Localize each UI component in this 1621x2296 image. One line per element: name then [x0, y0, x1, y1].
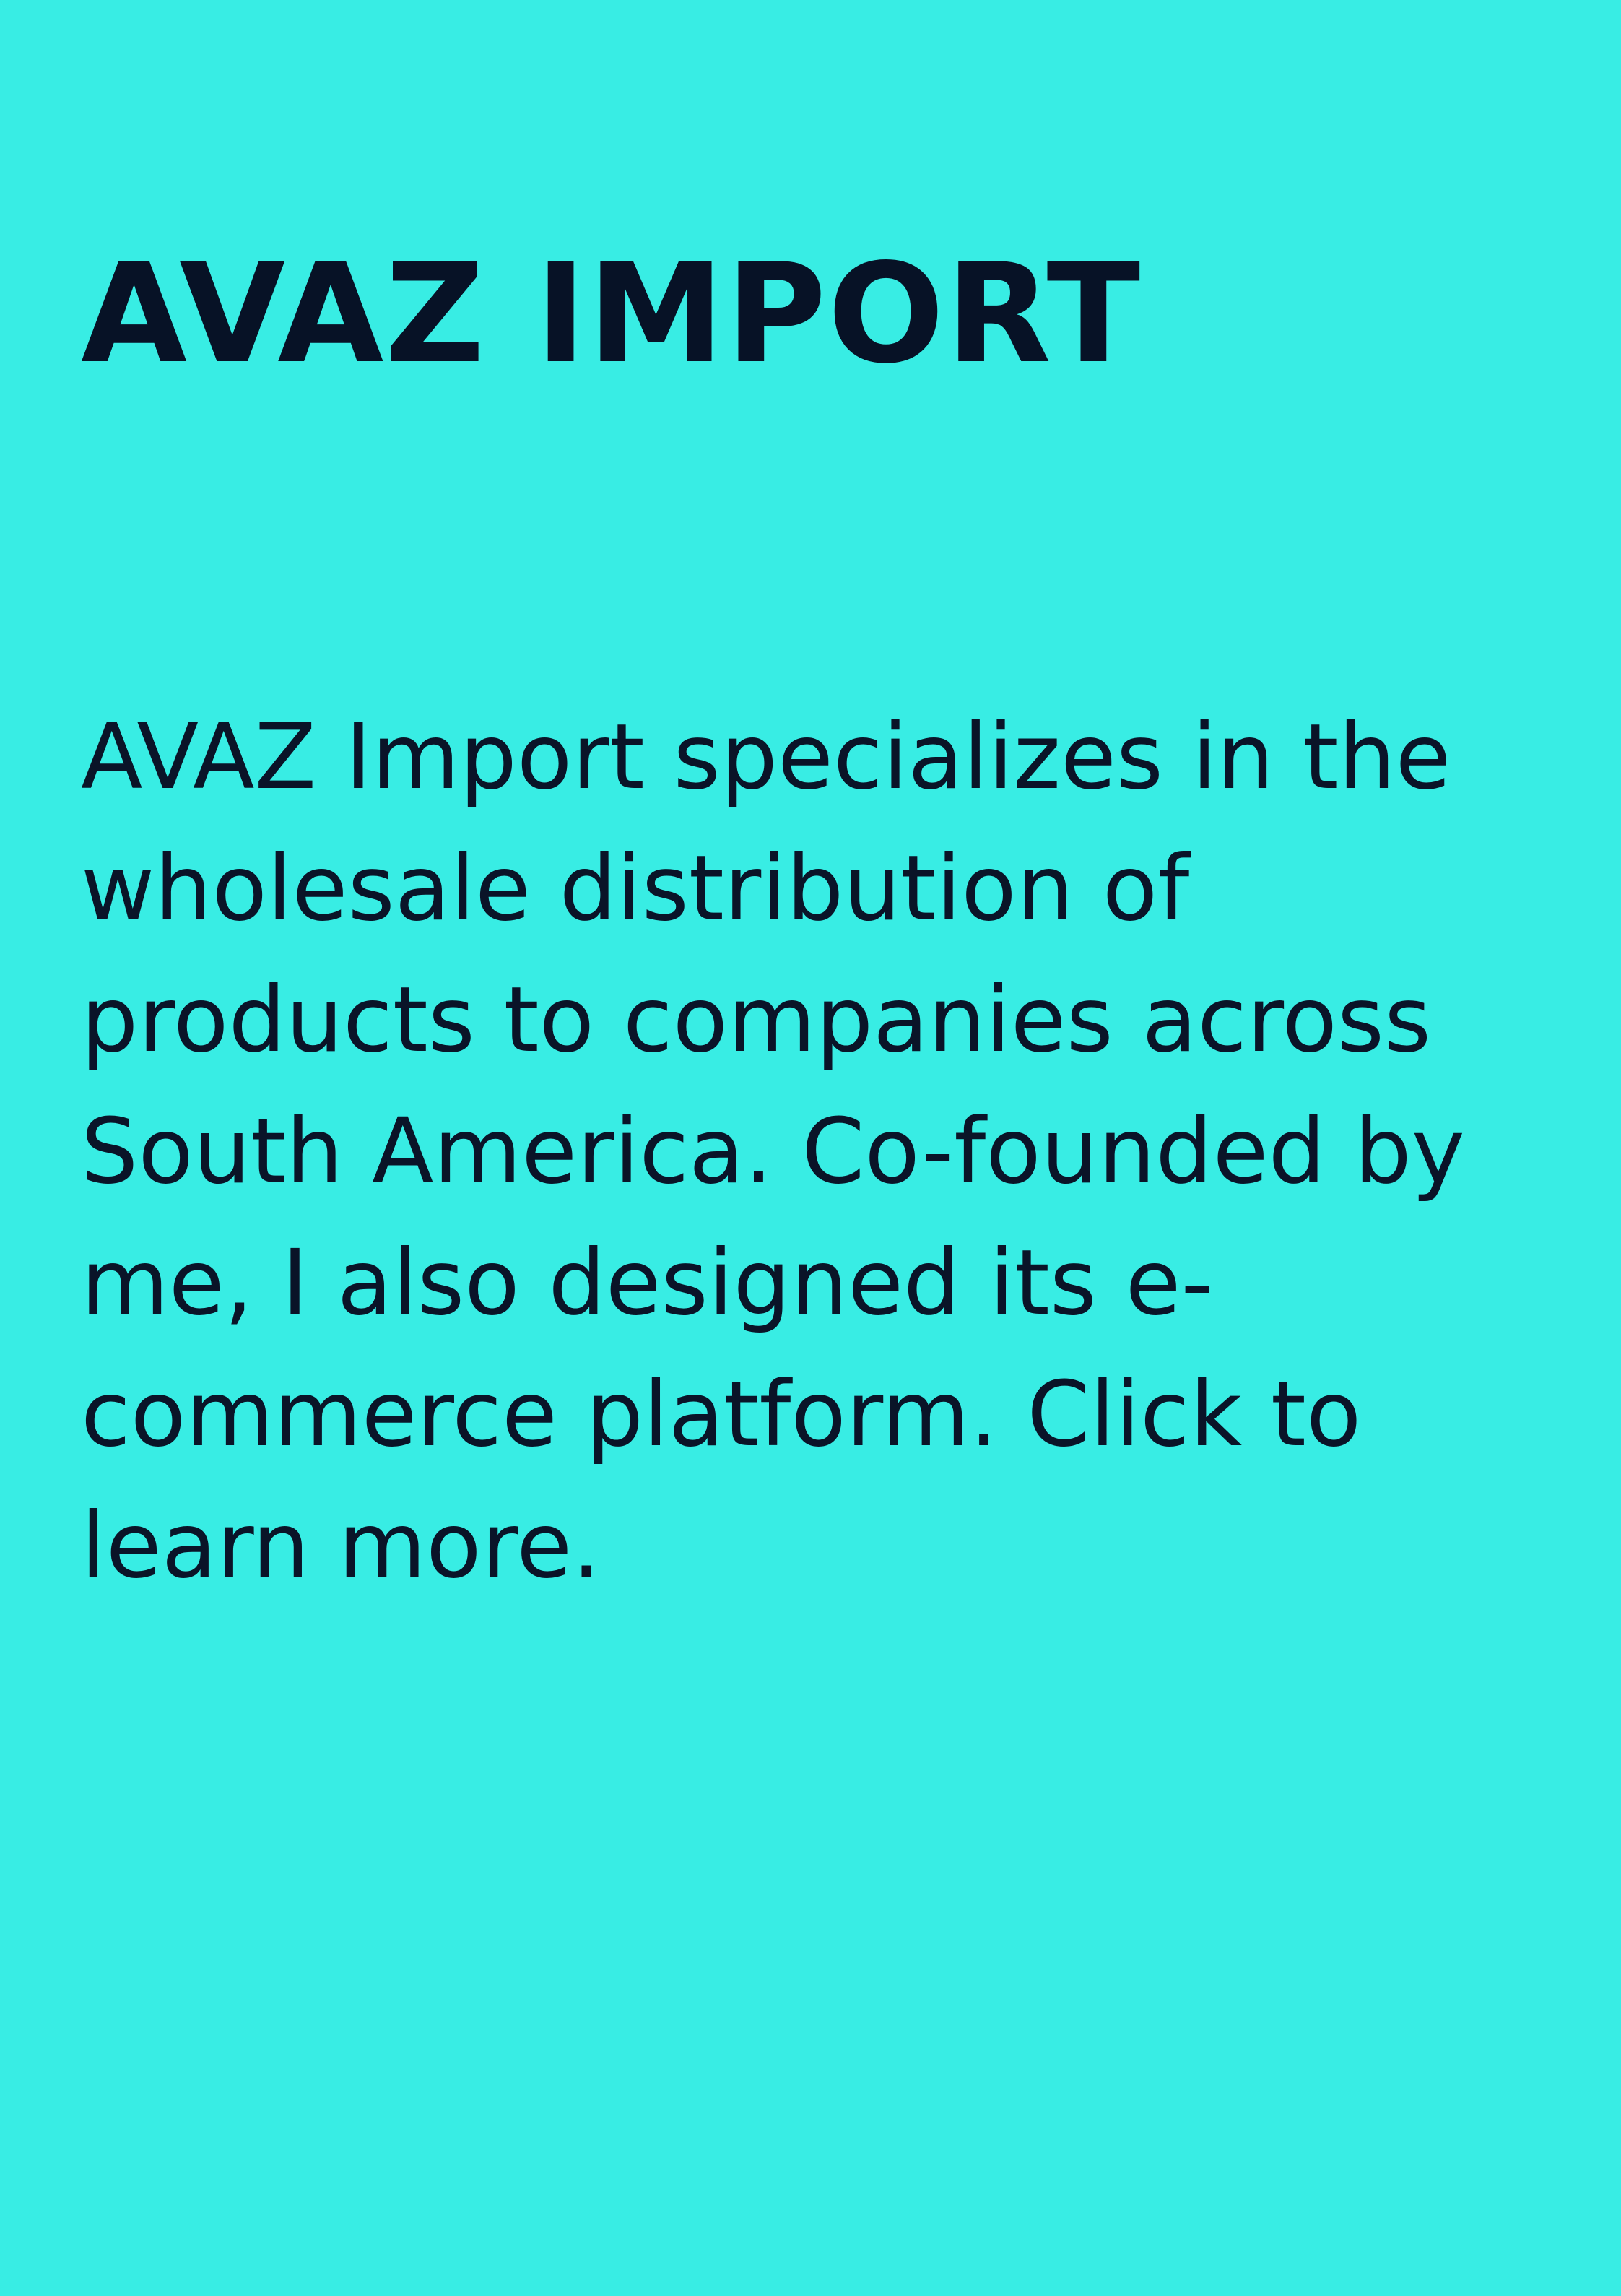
description-line: South America. Co-founded by: [81, 1099, 1465, 1204]
description-line: learn more.: [81, 1494, 601, 1598]
description-line: me, I also designed its e-: [81, 1231, 1214, 1335]
card-title: AVAZ IMPORT: [81, 234, 1142, 394]
description-line: products to companies across: [81, 968, 1432, 1073]
description-line: wholesale distribution of: [81, 836, 1190, 941]
project-card[interactable]: AVAZ IMPORT AVAZ Import specializes in t…: [0, 0, 1621, 2296]
card-description[interactable]: AVAZ Import specializes in the wholesale…: [81, 692, 1511, 1612]
description-line: commerce platform. Click to: [81, 1362, 1362, 1467]
description-line: AVAZ Import specializes in the: [81, 705, 1451, 810]
